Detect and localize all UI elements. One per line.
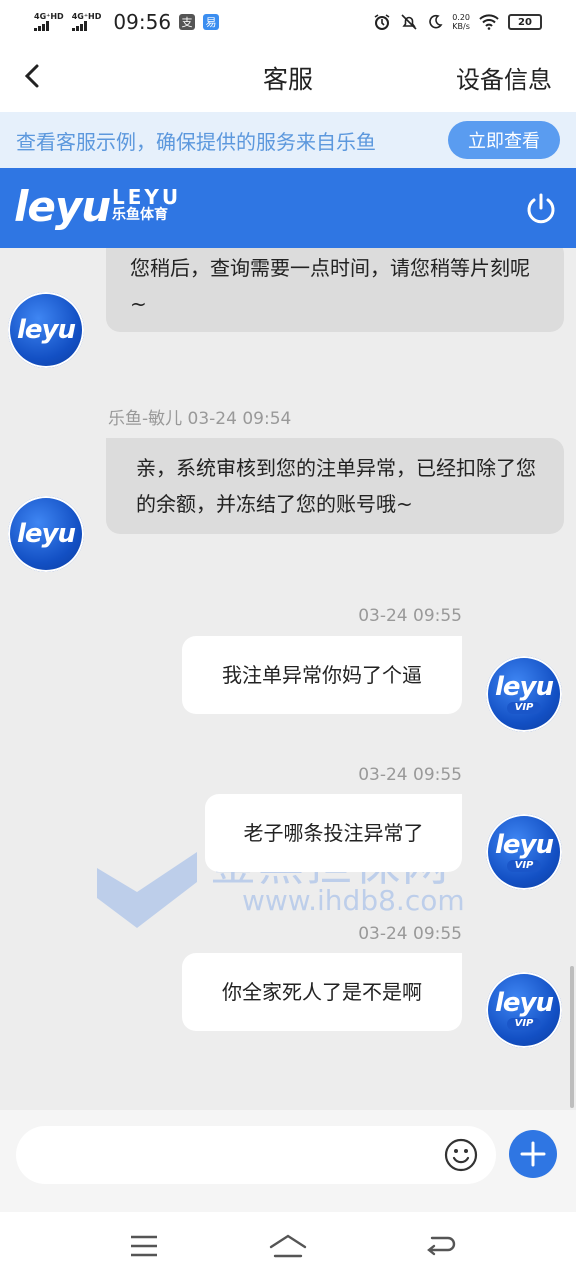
avatar-logo: leyu — [494, 830, 554, 860]
avatar-logo: leyu — [16, 519, 76, 549]
message-bubble-user: 我注单异常你妈了个逼 — [182, 636, 462, 714]
mute-icon — [401, 14, 417, 30]
avatar-logo: leyu — [494, 988, 554, 1018]
network-speed-unit: KB/s — [452, 22, 470, 31]
home-icon — [269, 1234, 307, 1258]
view-now-button[interactable]: 立即查看 — [448, 121, 560, 159]
message-bubble-user: 你全家死人了是不是啊 — [182, 953, 462, 1031]
user-avatar: leyu VIP — [486, 656, 562, 732]
chat-scrollbar[interactable] — [570, 966, 574, 1108]
emoji-icon[interactable] — [444, 1138, 478, 1172]
avatar-logo: leyu — [16, 315, 76, 345]
power-icon[interactable] — [524, 192, 558, 226]
status-right: 0.20 KB/s 20 — [373, 13, 542, 31]
chat-area[interactable]: 您稍后，查询需要一点时间，请您稍等片刻呢~ leyu 乐鱼-敏儿 03-24 0… — [0, 248, 576, 1110]
device-info-button[interactable]: 设备信息 — [456, 60, 552, 95]
watermark-url: www.ihdb8.com — [242, 884, 465, 917]
back-icon — [427, 1236, 456, 1256]
message-bubble-agent: 您稍后，查询需要一点时间，请您稍等片刻呢~ — [106, 248, 564, 332]
network-indicator-1: 4G⁺HD — [34, 13, 64, 31]
user-avatar: leyu VIP — [486, 972, 562, 1048]
agent-avatar: leyu — [8, 292, 84, 368]
brand-logo: leyu — [14, 182, 111, 231]
notice-text: 查看客服示例，确保提供的服务来自乐鱼 — [16, 129, 376, 154]
add-button[interactable] — [509, 1130, 557, 1178]
status-left: 4G⁺HD 4G⁺HD 09:56 支 易 — [34, 10, 220, 34]
network-speed: 0.20 KB/s — [452, 13, 470, 31]
message-meta: 乐鱼-敏儿 03-24 09:54 — [108, 409, 292, 429]
signal-icon — [71, 21, 87, 31]
message-meta: 03-24 09:55 — [358, 924, 462, 944]
network-indicator-2: 4G⁺HD — [71, 12, 102, 31]
menu-nav-button[interactable] — [124, 1230, 164, 1262]
message-meta: 03-24 09:55 — [358, 765, 462, 785]
alarm-icon — [374, 14, 390, 30]
agent-avatar: leyu — [8, 496, 84, 572]
signal-icon — [34, 21, 49, 31]
plus-icon — [520, 1141, 546, 1167]
status-bar: 4G⁺HD 4G⁺HD 09:56 支 易 0.20 KB/s 20 — [0, 0, 576, 44]
message-bubble-user: 老子哪条投注异常了 — [205, 794, 462, 872]
brand-bar: leyu LEYU 乐鱼体育 — [0, 168, 576, 248]
moon-icon — [429, 14, 443, 29]
brand-subtitle: LEYU 乐鱼体育 — [112, 185, 182, 224]
watermark-logo-icon — [97, 852, 197, 928]
vip-badge: VIP — [506, 702, 542, 714]
avatar-logo: leyu — [494, 672, 554, 702]
home-nav-button[interactable] — [268, 1230, 308, 1262]
battery-level: 20 — [518, 16, 532, 28]
status-time: 09:56 — [113, 10, 172, 34]
input-area — [0, 1110, 576, 1212]
battery-icon: 20 — [508, 14, 542, 30]
app-header: 客服 设备信息 — [0, 44, 576, 112]
menu-icon — [131, 1235, 157, 1257]
user-avatar: leyu VIP — [486, 814, 562, 890]
vip-badge: VIP — [506, 1018, 542, 1030]
vip-badge: VIP — [506, 860, 542, 872]
system-nav-bar — [0, 1212, 576, 1280]
back-nav-button[interactable] — [420, 1230, 460, 1262]
app-notification-icon: 支 — [179, 14, 196, 30]
network-label-1: 4G⁺HD — [34, 12, 64, 21]
brand-name-en: LEYU — [112, 185, 182, 209]
wifi-icon — [479, 14, 499, 30]
notice-banner: 查看客服示例，确保提供的服务来自乐鱼 立即查看 — [0, 112, 576, 168]
app-notification-icon-2: 易 — [203, 14, 220, 30]
message-meta: 03-24 09:55 — [358, 606, 462, 626]
network-label-2: 4G⁺HD — [71, 12, 102, 21]
message-input[interactable] — [16, 1126, 496, 1184]
message-bubble-agent: 亲，系统审核到您的注单异常，已经扣除了您的余额，并冻结了您的账号哦~ — [106, 438, 564, 534]
network-speed-value: 0.20 — [452, 13, 470, 22]
